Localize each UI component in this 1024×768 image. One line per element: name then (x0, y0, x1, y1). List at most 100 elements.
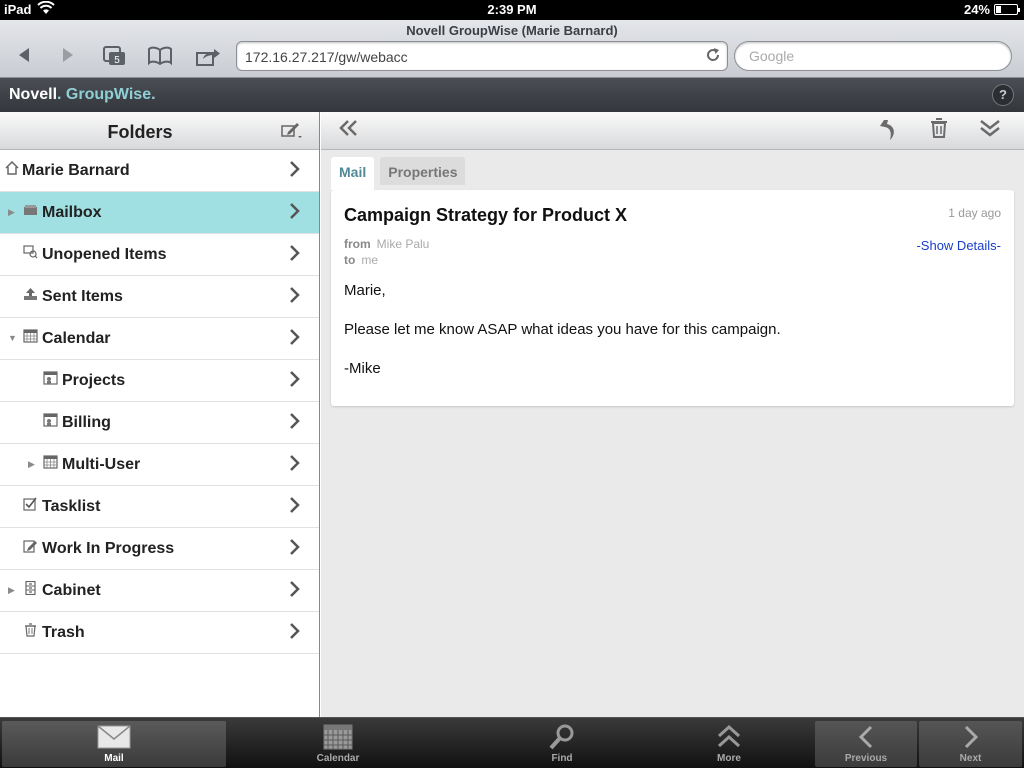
from-value: Mike Palu (376, 237, 430, 251)
chevron-right-icon (289, 327, 301, 353)
tabbar-label: Find (551, 753, 573, 764)
sidebar-item-billing[interactable]: Billing (0, 402, 319, 444)
calendar-icon (42, 455, 58, 472)
sidebar-item-label: Trash (42, 624, 85, 641)
chevron-right-icon (289, 579, 301, 605)
browser-toolbar: Novell GroupWise (Marie Barnard) 5 172.1… (0, 20, 1024, 78)
chevron-right-icon (919, 721, 1022, 753)
pages-button[interactable]: 5 (100, 46, 128, 68)
chevron-right-icon (289, 285, 301, 311)
mailbox-icon (22, 203, 38, 220)
forward-button[interactable] (54, 46, 82, 68)
tabbar-label: Calendar (316, 753, 360, 764)
message-body: Marie, Please let me know ASAP what idea… (344, 282, 781, 399)
collapse-sidebar-button[interactable] (333, 118, 363, 144)
sidebar-item-marie-barnard[interactable]: Marie Barnard (0, 150, 319, 192)
checklist-icon (22, 497, 38, 514)
sidebar-item-work-in-progress[interactable]: Work In Progress (0, 528, 319, 570)
book-icon (148, 46, 172, 66)
shared-folder-icon (42, 371, 58, 388)
tabbar-previous[interactable]: Previous (815, 721, 917, 767)
battery-percent: 24% (963, 2, 990, 17)
browser-page-title: Novell GroupWise (Marie Barnard) (406, 23, 618, 38)
more-actions-button[interactable] (975, 118, 1005, 144)
chevron-left-icon (815, 721, 917, 753)
back-arrow-icon (19, 48, 29, 62)
cabinet-icon (22, 580, 38, 598)
help-button[interactable]: ? (992, 84, 1014, 106)
to-value: me (361, 253, 378, 267)
reply-icon (880, 120, 894, 140)
message-card: Campaign Strategy for Product X 1 day ag… (331, 190, 1014, 406)
sidebar-item-mailbox[interactable]: ▶ Mailbox (0, 192, 319, 234)
expand-triangle-icon[interactable]: ▶ (8, 585, 15, 596)
sidebar-item-unopened-items[interactable]: Unopened Items (0, 234, 319, 276)
tab-mail[interactable]: Mail (331, 157, 375, 190)
brand-logo: Novell. GroupWise. (9, 86, 156, 103)
sidebar-item-cabinet[interactable]: ▶ Cabinet (0, 570, 319, 612)
expand-triangle-icon[interactable]: ▶ (8, 207, 15, 218)
bookmarks-button[interactable] (146, 46, 174, 68)
show-details-link[interactable]: -Show Details- (916, 238, 1001, 253)
sidebar-item-sent-items[interactable]: Sent Items (0, 276, 319, 318)
forward-arrow-icon (63, 48, 73, 62)
message-tabs: Mail Properties (331, 157, 466, 190)
folders-header: Folders (0, 112, 319, 150)
sidebar-item-tasklist[interactable]: Tasklist (0, 486, 319, 528)
tabbar-find[interactable]: Find (450, 721, 674, 767)
collapse-triangle-icon[interactable]: ▼ (8, 333, 17, 343)
sidebar-item-label: Cabinet (42, 582, 101, 599)
sidebar-item-projects[interactable]: Projects (0, 360, 319, 402)
delete-button[interactable] (924, 118, 954, 144)
calendar-icon (226, 721, 450, 753)
message-toolbar (321, 112, 1024, 150)
calendar-icon (22, 329, 38, 346)
home-icon (4, 160, 20, 178)
double-chevron-down-icon (980, 120, 1000, 137)
url-field[interactable]: 172.16.27.217/gw/webacc (236, 41, 728, 71)
sidebar-item-multi-user[interactable]: ▶ Multi-User (0, 444, 319, 486)
pages-icon: 5 (103, 46, 125, 66)
chevron-right-icon (289, 243, 301, 269)
tab-properties[interactable]: Properties (380, 157, 466, 185)
message-pane: Mail Properties Campaign Strategy for Pr… (321, 112, 1024, 717)
back-button[interactable] (10, 46, 38, 68)
battery-indicator: 24% (963, 2, 1020, 17)
search-field[interactable] (734, 41, 1012, 71)
reply-button[interactable] (874, 118, 904, 144)
sidebar-item-label: Projects (62, 372, 126, 389)
chevron-right-icon (289, 369, 301, 395)
sidebar-item-label: Work In Progress (42, 540, 175, 557)
sidebar-item-trash[interactable]: Trash (0, 612, 319, 654)
clock: 2:39 PM (487, 2, 537, 17)
chevron-right-icon (289, 411, 301, 437)
tabbar-mail[interactable]: Mail (2, 721, 226, 767)
search-input[interactable] (749, 48, 999, 64)
chevron-right-icon (289, 537, 301, 563)
chevron-right-icon (289, 621, 301, 647)
tabbar-more[interactable]: More (674, 721, 784, 767)
message-age: 1 day ago (948, 206, 1001, 220)
reload-icon[interactable] (705, 47, 721, 68)
battery-icon (994, 4, 1020, 15)
trash-icon (22, 623, 38, 640)
sidebar-item-label: Sent Items (42, 288, 123, 305)
body-line: Marie, (344, 282, 386, 299)
tabbar-next[interactable]: Next (919, 721, 1022, 767)
app-header: Novell. GroupWise. ? (0, 78, 1024, 112)
tabbar-calendar[interactable]: Calendar (226, 721, 450, 767)
tabbar-label: Mail (104, 753, 124, 764)
share-button[interactable] (194, 46, 222, 68)
sent-icon (22, 287, 38, 304)
chevron-right-icon (289, 159, 301, 185)
chevron-right-icon (289, 201, 301, 227)
to-label: to (344, 253, 356, 267)
chevron-right-icon (289, 495, 301, 521)
message-to: to me (344, 253, 378, 267)
status-bar: iPad 2:39 PM 24% (0, 0, 1024, 20)
sidebar-item-label: Mailbox (42, 204, 102, 221)
sidebar-item-label: Billing (62, 414, 111, 431)
sidebar-item-calendar[interactable]: ▼ Calendar (0, 318, 319, 360)
edit-folders-button[interactable] (279, 120, 305, 142)
expand-triangle-icon[interactable]: ▶ (28, 459, 35, 470)
